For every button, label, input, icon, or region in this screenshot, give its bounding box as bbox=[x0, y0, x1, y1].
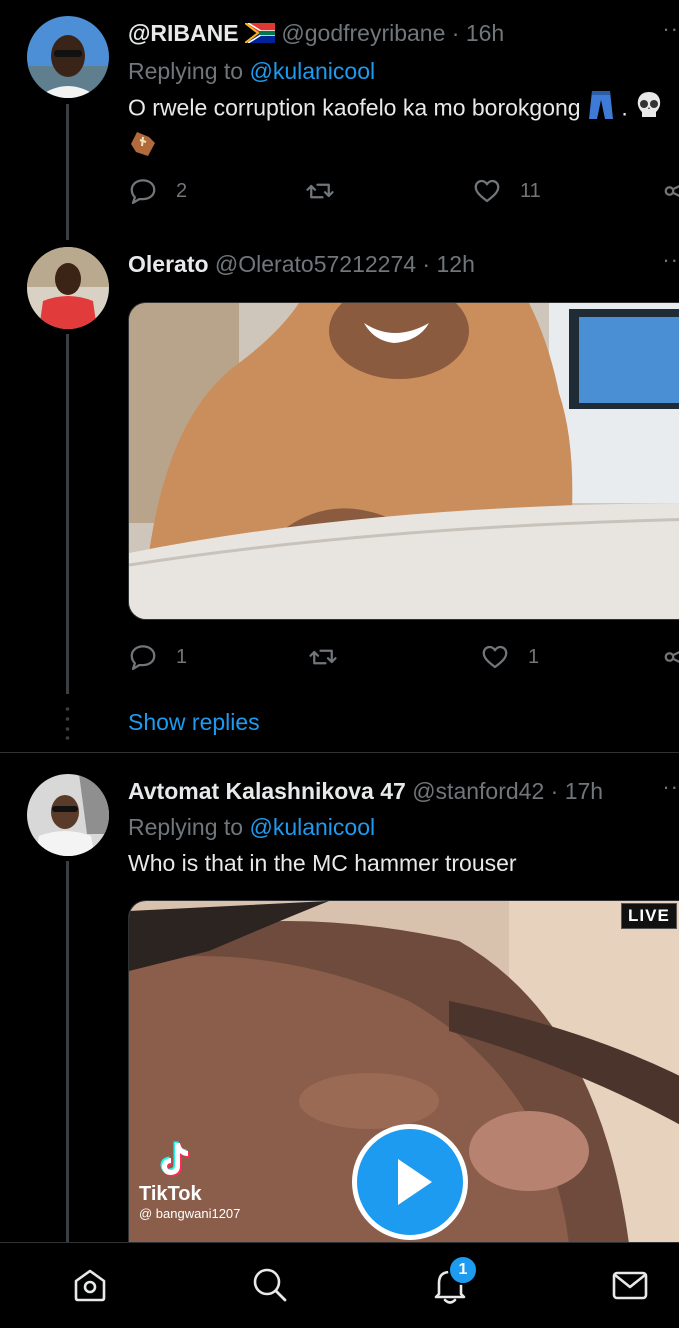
avatar[interactable] bbox=[27, 247, 109, 329]
tiktok-username: @ bangwani1207 bbox=[139, 1206, 241, 1221]
jeans-emoji bbox=[587, 90, 615, 129]
play-icon bbox=[398, 1159, 432, 1205]
thread-line bbox=[66, 861, 69, 1243]
more-options-icon[interactable]: ·· bbox=[662, 776, 679, 798]
reply-icon bbox=[130, 645, 156, 670]
messages-button[interactable] bbox=[610, 1265, 650, 1305]
reply-button[interactable]: 1 bbox=[128, 642, 187, 672]
home-button[interactable] bbox=[70, 1265, 110, 1305]
tweet-ribane[interactable]: @RIBANE @godfreyribane · 16h ·· Replying… bbox=[0, 0, 679, 240]
like-button[interactable]: 11 bbox=[472, 176, 541, 206]
share-button[interactable] bbox=[662, 642, 679, 672]
retweet-icon bbox=[306, 183, 334, 199]
coffin-emoji bbox=[128, 129, 158, 168]
messages-icon bbox=[612, 1271, 648, 1300]
display-name[interactable]: Olerato bbox=[128, 251, 209, 277]
show-replies-link[interactable]: Show replies bbox=[128, 709, 260, 736]
tiktok-watermark: TikTok @ bangwani1207 bbox=[139, 1137, 240, 1221]
tweet-olerato[interactable]: Olerato @Olerato57212274 · 12h ·· 1 1 bbox=[0, 240, 679, 752]
tweet-image[interactable] bbox=[128, 302, 679, 620]
bottom-navigation bbox=[0, 1242, 679, 1328]
mention-link[interactable]: @kulanicool bbox=[249, 58, 375, 84]
tweet-video[interactable]: LIVE TikTok @ bangwani1207 bbox=[128, 900, 679, 1243]
tweet-avtomat[interactable]: Avtomat Kalashnikova 47 @stanford42 · 17… bbox=[0, 753, 679, 1243]
search-button[interactable] bbox=[250, 1265, 290, 1305]
tiktok-label: TikTok bbox=[139, 1183, 202, 1205]
mention-link[interactable]: @kulanicool bbox=[249, 814, 375, 840]
notification-badge: 1 bbox=[448, 1255, 478, 1285]
share-icon bbox=[664, 651, 679, 663]
share-button[interactable] bbox=[662, 176, 679, 206]
replying-to: Replying to @kulanicool bbox=[128, 57, 376, 84]
display-name[interactable]: @RIBANE bbox=[128, 20, 239, 46]
live-badge: LIVE bbox=[621, 903, 677, 929]
reply-count: 1 bbox=[176, 645, 188, 668]
heart-icon bbox=[474, 179, 500, 203]
thread-line bbox=[66, 334, 69, 694]
reply-icon bbox=[130, 179, 156, 204]
home-icon bbox=[74, 1269, 106, 1302]
share-icon bbox=[664, 185, 679, 197]
like-count: 11 bbox=[520, 179, 541, 202]
skull-emoji bbox=[634, 90, 664, 129]
more-options-icon[interactable]: ·· bbox=[662, 18, 679, 40]
reply-count: 2 bbox=[176, 179, 188, 202]
avatar[interactable] bbox=[27, 774, 109, 856]
play-button[interactable] bbox=[352, 1124, 468, 1240]
thread-line bbox=[66, 104, 69, 240]
replying-to: Replying to @kulanicool bbox=[128, 814, 376, 840]
more-options-icon[interactable]: ·· bbox=[662, 249, 679, 271]
reply-button[interactable]: 2 bbox=[128, 176, 187, 206]
avatar[interactable] bbox=[27, 16, 109, 98]
heart-icon bbox=[482, 645, 508, 669]
timestamp[interactable]: 12h bbox=[436, 251, 474, 277]
handle[interactable]: @stanford42 bbox=[412, 778, 544, 804]
timestamp[interactable]: 16h bbox=[466, 20, 504, 46]
search-icon bbox=[253, 1268, 287, 1302]
tiktok-icon bbox=[160, 1141, 190, 1177]
handle[interactable]: @godfreyribane bbox=[281, 20, 445, 46]
tweet-text: O rwele corruption kaofelo ka mo borokgo… bbox=[128, 90, 679, 129]
retweet-icon bbox=[309, 649, 337, 665]
thread-dots bbox=[65, 707, 70, 740]
timestamp[interactable]: 17h bbox=[565, 778, 603, 804]
like-count: 1 bbox=[528, 645, 540, 668]
tweet-text: Who is that in the MC hammer trouser bbox=[128, 850, 517, 876]
display-name[interactable]: Avtomat Kalashnikova 47 bbox=[128, 778, 406, 804]
handle[interactable]: @Olerato57212274 bbox=[215, 251, 416, 277]
retweet-button[interactable] bbox=[305, 176, 335, 206]
south-africa-flag-emoji bbox=[244, 20, 276, 50]
like-button[interactable]: 1 bbox=[480, 642, 539, 672]
retweet-button[interactable] bbox=[308, 642, 338, 672]
